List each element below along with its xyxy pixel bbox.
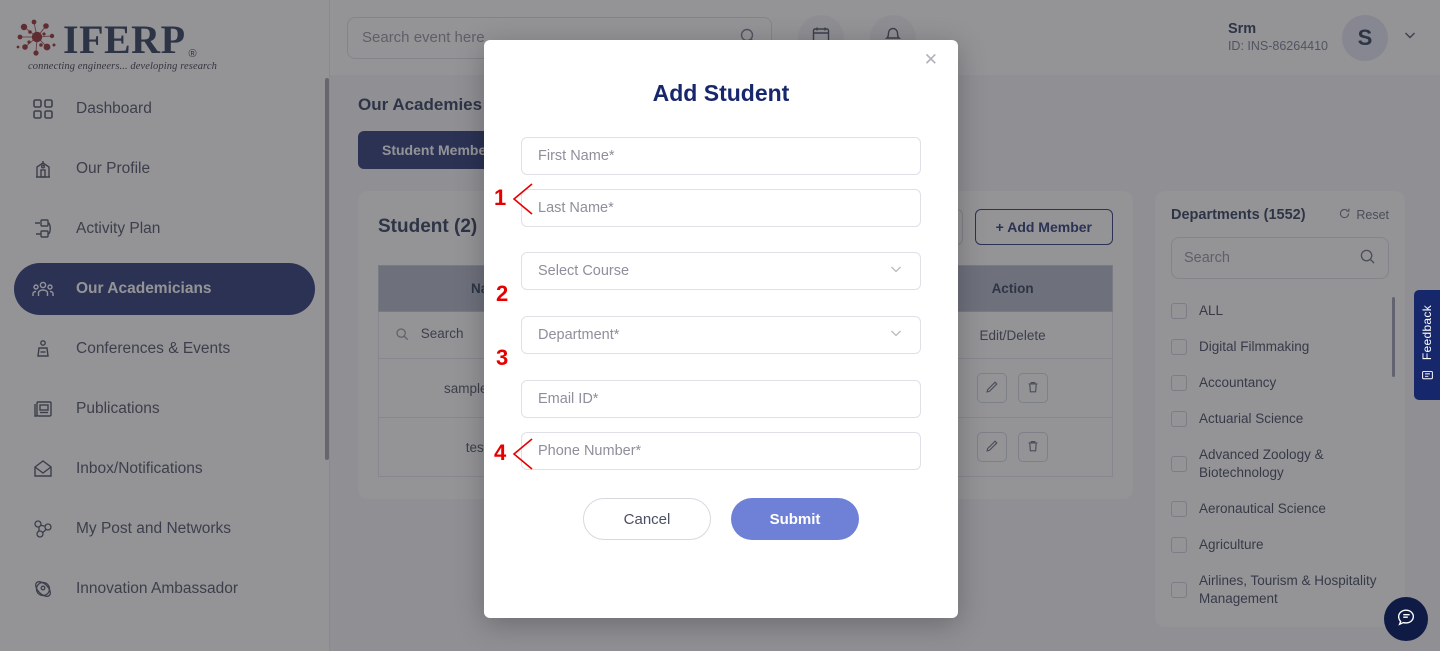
add-student-modal: ✕ Add Student First Name* Last Name* Sel… — [484, 40, 958, 618]
phone-placeholder: Phone Number* — [538, 443, 642, 459]
chevron-down-icon — [888, 325, 904, 345]
chat-icon — [1395, 606, 1417, 633]
email-placeholder: Email ID* — [538, 391, 599, 407]
select-course-dropdown[interactable]: Select Course — [521, 252, 921, 290]
last-name-field[interactable]: Last Name* — [521, 189, 921, 227]
department-placeholder: Department* — [538, 327, 620, 343]
submit-button[interactable]: Submit — [731, 498, 859, 540]
annotation-arrow-4 — [512, 438, 533, 470]
annotation-marker-1: 1 — [494, 185, 506, 211]
modal-title: Add Student — [652, 80, 790, 106]
first-name-placeholder: First Name* — [538, 148, 615, 164]
feedback-tab[interactable]: Feedback — [1414, 290, 1440, 400]
annotation-marker-4: 4 — [494, 440, 506, 466]
select-course-placeholder: Select Course — [538, 263, 630, 279]
cancel-button[interactable]: Cancel — [583, 498, 711, 540]
annotation-label: 3 — [496, 345, 509, 370]
feedback-icon — [1421, 369, 1434, 385]
chat-button[interactable] — [1384, 597, 1428, 641]
last-name-placeholder: Last Name* — [538, 200, 614, 216]
annotation-marker-3: 3 — [496, 345, 508, 371]
phone-field[interactable]: Phone Number* — [521, 432, 921, 470]
annotation-label: 1 — [494, 185, 507, 210]
annotation-marker-2: 2 — [496, 281, 508, 307]
app-root: IFERP ® connecting engineers... developi… — [0, 0, 1440, 651]
annotation-arrow-1 — [512, 183, 533, 215]
annotation-label: 2 — [496, 281, 509, 306]
department-dropdown[interactable]: Department* — [521, 316, 921, 354]
annotation-label: 4 — [494, 440, 507, 465]
first-name-field[interactable]: First Name* — [521, 137, 921, 175]
email-field[interactable]: Email ID* — [521, 380, 921, 418]
feedback-label: Feedback — [1420, 305, 1434, 361]
chevron-down-icon — [888, 261, 904, 281]
close-icon[interactable]: ✕ — [924, 51, 938, 68]
